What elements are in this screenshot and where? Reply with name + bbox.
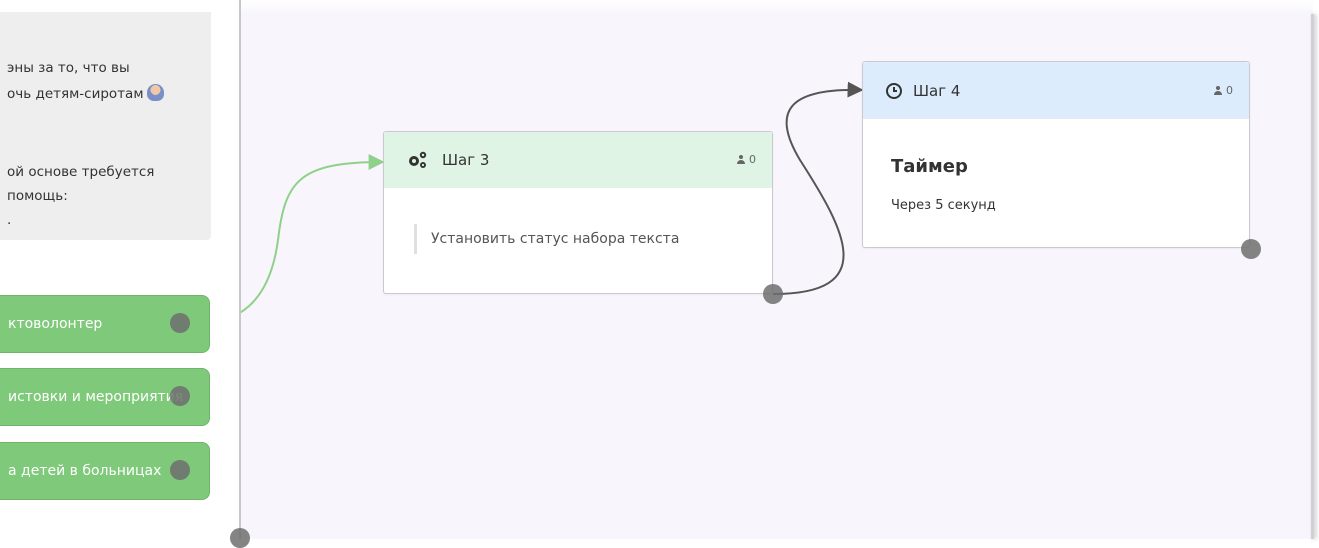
flow-node-step4[interactable]: Шаг 4 0 Таймер Через 5 секунд bbox=[862, 61, 1250, 248]
message-line: очь детям-сиротам bbox=[7, 82, 164, 106]
message-line: эны за то, что вы bbox=[7, 60, 130, 76]
button-label: ктоволонтер bbox=[8, 316, 103, 332]
user-icon bbox=[737, 155, 745, 164]
timer-title: Таймер bbox=[891, 156, 968, 177]
user-icon bbox=[1214, 86, 1222, 95]
message-line: ой основе требуется bbox=[7, 164, 155, 180]
node-title: Шаг 4 bbox=[913, 82, 961, 100]
button-output-port[interactable] bbox=[170, 460, 190, 480]
chat-preview-panel: эны за то, что вы очь детям-сиротам ой о… bbox=[0, 0, 241, 539]
connection-step3-to-step4[interactable] bbox=[772, 81, 864, 295]
node-output-port[interactable] bbox=[1241, 239, 1261, 259]
gears-icon bbox=[409, 151, 427, 168]
button-output-port[interactable] bbox=[170, 313, 190, 333]
action-set-typing-status: Установить статус набора текста bbox=[414, 224, 679, 254]
button-label: истовки и мероприятия bbox=[8, 389, 184, 405]
subscriber-count: 0 bbox=[737, 153, 756, 166]
message-line: . bbox=[7, 212, 12, 228]
panel-output-port[interactable] bbox=[230, 528, 250, 548]
node-header[interactable]: Шаг 3 0 bbox=[384, 132, 772, 188]
emoji-icon bbox=[146, 84, 164, 101]
node-output-port[interactable] bbox=[763, 284, 783, 304]
clock-icon bbox=[886, 83, 902, 99]
node-title: Шаг 3 bbox=[442, 151, 490, 169]
timer-delay: Через 5 секунд bbox=[891, 198, 996, 213]
button-label: а детей в больницах bbox=[8, 463, 162, 479]
message-line: помощь: bbox=[7, 188, 68, 204]
button-output-port[interactable] bbox=[170, 386, 190, 406]
flow-node-step3[interactable]: Шаг 3 0 Установить статус набора текста bbox=[383, 131, 773, 294]
subscriber-count: 0 bbox=[1214, 84, 1233, 97]
message-bubble: эны за то, что вы очь детям-сиротам ой о… bbox=[0, 12, 211, 240]
node-header[interactable]: Шаг 4 0 bbox=[863, 62, 1249, 119]
